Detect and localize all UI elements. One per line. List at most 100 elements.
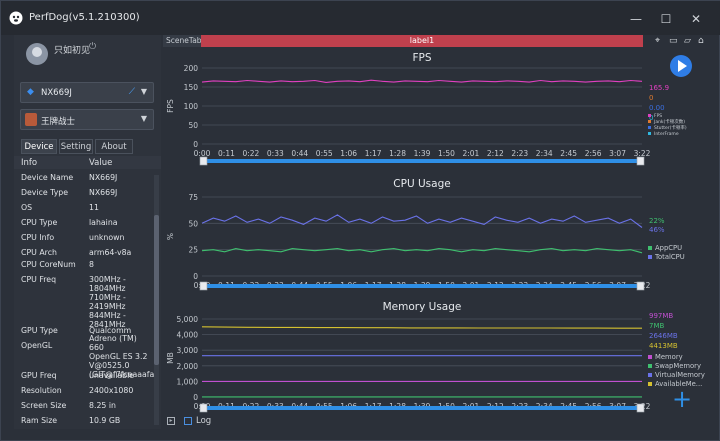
legend-name: InterFrame	[654, 131, 679, 137]
x-tick-label: 0:55	[316, 149, 333, 158]
row-value: arm64-v8a	[89, 248, 132, 257]
slider-handle-right	[636, 403, 645, 413]
row-key: CPU Arch	[21, 248, 57, 257]
legend-swatch	[648, 373, 652, 377]
x-tick-label: 2:45	[560, 149, 577, 158]
chevron-down-icon: ▼	[140, 114, 147, 123]
chart-title: CPU Usage	[393, 178, 450, 190]
folder-icon[interactable]: ▭	[669, 36, 678, 46]
series-line-fps	[201, 79, 643, 83]
row-key: OS	[21, 203, 33, 212]
legend-value: 0	[649, 94, 653, 102]
y-tick-label: 200	[184, 64, 199, 73]
app-icon	[25, 113, 37, 126]
legend-value: 997MB	[649, 312, 673, 320]
row-key: CPU Freq	[21, 275, 57, 284]
chart-title: Memory Usage	[383, 301, 462, 313]
legend-name: AppCPU	[655, 244, 682, 252]
row-value: 8	[89, 260, 94, 269]
play-small-icon[interactable]: ▸	[167, 417, 175, 425]
x-tick-label: 1:39	[414, 149, 431, 158]
y-tick-label: 150	[184, 83, 199, 92]
legend-name: VirtualMemory	[655, 371, 705, 379]
window-title: PerfDog(v5.1.210300)	[29, 12, 140, 23]
y-tick-label: 0	[193, 140, 198, 149]
x-tick-label: 2:12	[487, 149, 504, 158]
legend-name: TotalCPU	[654, 253, 685, 261]
y-tick-label: 75	[188, 193, 198, 202]
y-tick-label: 0	[193, 272, 198, 281]
column-header-value: Value	[89, 158, 113, 168]
info-table-header: Info Value	[14, 156, 161, 169]
legend-swatch	[648, 364, 652, 368]
legend-value: 4413MB	[649, 342, 678, 350]
label-tab[interactable]: label1	[201, 35, 643, 47]
legend-value: 22%	[649, 217, 665, 225]
row-key: CPU Type	[21, 218, 58, 227]
log-checkbox[interactable]	[184, 417, 192, 425]
device-diamond-icon: ◆	[27, 87, 34, 97]
slider-handle-left	[199, 403, 208, 413]
y-tick-label: 50	[188, 219, 198, 228]
app-select[interactable]: 王牌战士 ▼	[20, 109, 154, 130]
add-icon[interactable]: +	[672, 385, 692, 413]
chevron-down-icon: ▼	[140, 87, 147, 96]
tab-setting[interactable]: Setting	[59, 139, 93, 154]
series-line-totalcpu	[201, 214, 643, 228]
y-axis-label: %	[166, 233, 175, 240]
y-tick-label: 5,000	[177, 315, 199, 324]
avatar[interactable]	[26, 43, 48, 65]
x-tick-label: 2:23	[511, 149, 528, 158]
power-icon[interactable]: ⏻	[89, 42, 96, 52]
location-icon[interactable]: ⌖	[655, 36, 660, 46]
row-value: NX669J	[89, 188, 118, 197]
series-line-availableme	[201, 326, 642, 329]
user-name: 只如初见	[54, 46, 91, 56]
legend-value: 0.00	[649, 104, 665, 112]
sidebar-scrollbar[interactable]	[154, 175, 159, 425]
legend-value: 2646MB	[649, 332, 678, 340]
legend-name: Memory	[655, 353, 683, 361]
close-button[interactable]: ✕	[685, 10, 707, 28]
maximize-button[interactable]: ☐	[655, 10, 677, 28]
row-key: Device Name	[21, 173, 74, 182]
time-range-slider	[202, 284, 642, 288]
row-key: CPU Info	[21, 233, 55, 242]
scene-tab[interactable]: SceneTab	[163, 35, 202, 47]
y-tick-label: 2,000	[177, 362, 199, 371]
tab-device[interactable]: Device	[21, 139, 57, 154]
x-tick-label: 0:00	[194, 149, 211, 158]
row-value: 300MHz - 1804MHz 710MHz - 2419MHz 844MHz…	[89, 275, 126, 329]
legend-swatch	[648, 132, 651, 135]
app-select-value: 王牌战士	[41, 117, 76, 127]
bottom-bar: ▸ Log	[163, 414, 708, 428]
slider-handle-right	[636, 156, 645, 166]
y-tick-label: 1,000	[177, 377, 199, 386]
device-select[interactable]: ◆ NX669J ⟋ ▼	[20, 82, 154, 103]
row-key: Resolution	[21, 386, 62, 395]
perfdog-logo-icon	[9, 11, 23, 25]
main-panel: SceneTab label1 ⌖ ▭ ▱ ⌂ FPS FPS 0 50 100 150 2…	[163, 35, 708, 429]
x-tick-label: 1:50	[438, 149, 455, 158]
tab-about[interactable]: About	[95, 139, 133, 154]
x-tick-label: 1:28	[389, 149, 406, 158]
row-value: 10.9 GB	[89, 416, 121, 425]
y-tick-label: 100	[184, 102, 199, 111]
row-key: GPU Type	[21, 326, 58, 335]
legend-value: 165.9	[649, 84, 669, 92]
row-key: Screen Size	[21, 401, 67, 410]
column-header-info: Info	[21, 158, 38, 168]
folder-open-icon[interactable]: ▱	[684, 36, 691, 46]
legend-name: SwapMemory	[655, 362, 701, 370]
x-tick-label: 2:01	[462, 149, 479, 158]
minimize-button[interactable]: —	[625, 10, 647, 28]
time-range-slider	[202, 406, 642, 410]
y-tick-label: 4,000	[177, 331, 199, 340]
row-value: 8.25 in	[89, 401, 116, 410]
home-icon[interactable]: ⌂	[698, 36, 704, 46]
legend-name: Stutter(卡顿率)	[654, 124, 687, 131]
x-tick-label: 0:33	[267, 149, 284, 158]
y-axis-label: FPS	[166, 99, 175, 113]
y-axis-label: MB	[166, 352, 175, 364]
scrollbar-thumb[interactable]	[154, 215, 159, 365]
